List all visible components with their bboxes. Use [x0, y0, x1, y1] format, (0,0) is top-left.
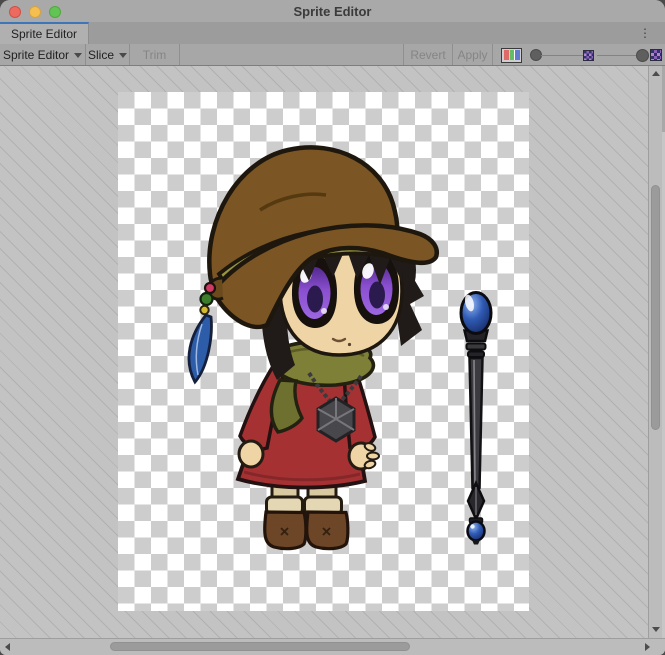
sprite-texture[interactable] — [118, 92, 529, 611]
horizontal-scrollbar-thumb[interactable] — [110, 642, 410, 651]
tab-bar: Sprite Editor ⋮ — [0, 22, 665, 44]
mip-slider-track[interactable] — [597, 55, 636, 57]
apply-button[interactable]: Apply — [453, 44, 493, 65]
chevron-down-icon — [119, 53, 127, 58]
window-title: Sprite Editor — [0, 0, 665, 22]
tab-label: Sprite Editor — [11, 27, 77, 41]
slice-dropdown[interactable]: Slice — [86, 44, 130, 65]
feather — [189, 315, 211, 382]
kebab-menu-icon[interactable]: ⋮ — [639, 25, 651, 41]
sprite-canvas[interactable] — [0, 66, 648, 638]
transparency-checkerboard — [118, 92, 529, 611]
horizontal-scrollbar[interactable] — [0, 638, 665, 655]
toolbar: Sprite Editor Slice Trim Revert Apply — [0, 44, 665, 66]
unity-cube-pendant — [318, 398, 354, 441]
trim-button[interactable]: Trim — [130, 44, 180, 65]
scroll-down-arrow-icon[interactable] — [652, 627, 660, 632]
titlebar[interactable]: Sprite Editor — [0, 0, 665, 22]
mip-slider-thumb[interactable] — [636, 49, 649, 62]
hat-charm — [189, 283, 215, 382]
scroll-up-arrow-icon[interactable] — [652, 71, 660, 76]
mip-large-checker-icon — [650, 49, 662, 61]
revert-button[interactable]: Revert — [404, 44, 453, 65]
sprite-editor-mode-dropdown[interactable]: Sprite Editor — [0, 44, 86, 65]
sprite-editor-window: Sprite Editor Sprite Editor ⋮ Sprite Edi… — [0, 0, 665, 655]
mip-small-checker-icon — [583, 50, 594, 61]
tab-sprite-editor[interactable]: Sprite Editor — [0, 22, 89, 44]
scroll-right-arrow-icon[interactable] — [645, 643, 650, 651]
rgb-channels-icon[interactable] — [501, 48, 522, 63]
scroll-left-arrow-icon[interactable] — [5, 643, 10, 651]
staff-sprite[interactable] — [461, 293, 491, 545]
character-sprite[interactable] — [189, 147, 437, 548]
vertical-scrollbar[interactable] — [648, 66, 662, 638]
zoom-slider-track[interactable] — [541, 55, 583, 57]
chevron-down-icon — [74, 53, 82, 58]
vertical-scrollbar-thumb[interactable] — [651, 185, 660, 430]
